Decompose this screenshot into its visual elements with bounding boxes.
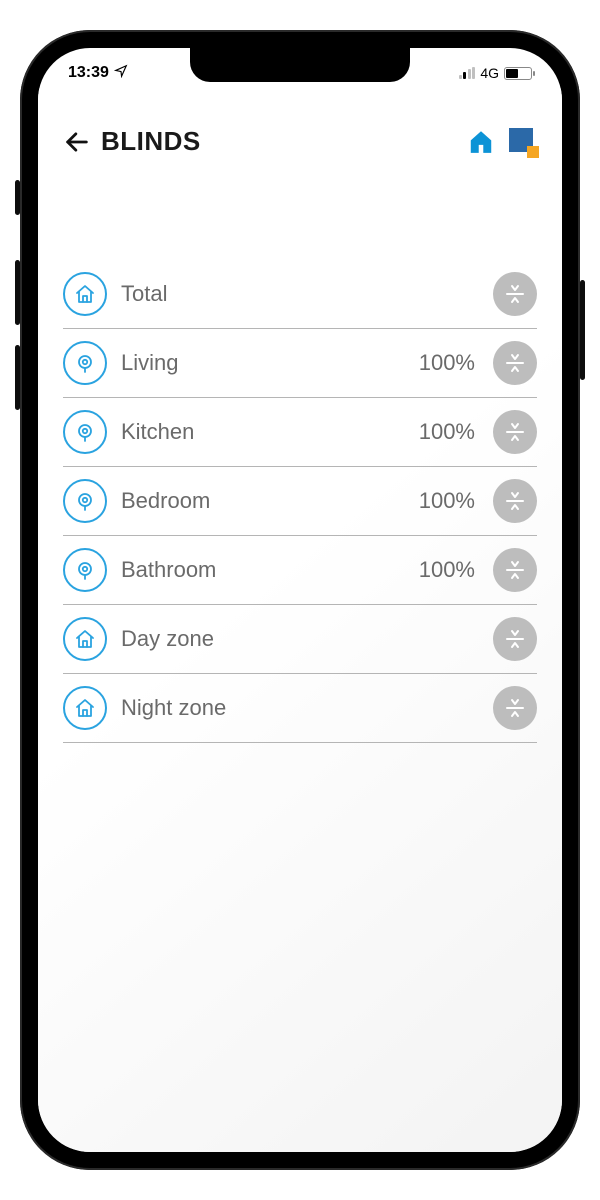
collapse-action-button[interactable] [493,479,537,523]
list-item[interactable]: Bathroom 100% [63,536,537,605]
network-label: 4G [480,65,499,81]
signal-icon [459,67,476,79]
blind-icon [63,341,107,385]
back-button[interactable] [63,128,91,156]
header-right [467,128,537,156]
blinds-list: TotalLiving100%Kitchen100%Bedroom100%Bat… [63,260,537,743]
content: BLINDS TotalLiving100%Kitchen100 [38,88,562,1152]
list-item-label: Kitchen [121,419,405,445]
status-time: 13:39 [68,64,109,82]
list-item[interactable]: Night zone [63,674,537,743]
header: BLINDS [63,108,537,165]
phone-side-button [15,260,20,325]
location-icon [114,64,128,83]
list-item[interactable]: Total [63,260,537,329]
battery-icon [504,67,532,80]
list-item-value: 100% [419,557,475,583]
blind-icon [63,548,107,592]
status-left: 13:39 [68,64,128,83]
list-item[interactable]: Day zone [63,605,537,674]
collapse-action-button[interactable] [493,617,537,661]
blind-icon [63,410,107,454]
collapse-action-button[interactable] [493,548,537,592]
zone-home-icon [63,272,107,316]
header-left: BLINDS [63,126,201,157]
phone-side-button [15,345,20,410]
page-title: BLINDS [101,126,201,157]
brand-logo-icon [509,128,537,156]
list-item[interactable]: Bedroom 100% [63,467,537,536]
home-button[interactable] [467,129,495,154]
blind-icon [63,479,107,523]
phone-frame: 13:39 4G [20,30,580,1170]
collapse-action-button[interactable] [493,686,537,730]
collapse-action-button[interactable] [493,341,537,385]
list-item-label: Bathroom [121,557,405,583]
list-item[interactable]: Kitchen 100% [63,398,537,467]
list-item-label: Bedroom [121,488,405,514]
list-item-value: 100% [419,488,475,514]
collapse-action-button[interactable] [493,272,537,316]
status-right: 4G [459,65,532,81]
zone-home-icon [63,617,107,661]
list-item[interactable]: Living 100% [63,329,537,398]
phone-side-button [15,180,20,215]
screen: 13:39 4G [38,48,562,1152]
list-item-label: Day zone [121,626,479,652]
list-item-value: 100% [419,350,475,376]
collapse-action-button[interactable] [493,410,537,454]
list-item-value: 100% [419,419,475,445]
list-item-label: Total [121,281,479,307]
phone-side-button [580,280,585,380]
zone-home-icon [63,686,107,730]
list-item-label: Night zone [121,695,479,721]
list-item-label: Living [121,350,405,376]
phone-notch [190,48,410,82]
